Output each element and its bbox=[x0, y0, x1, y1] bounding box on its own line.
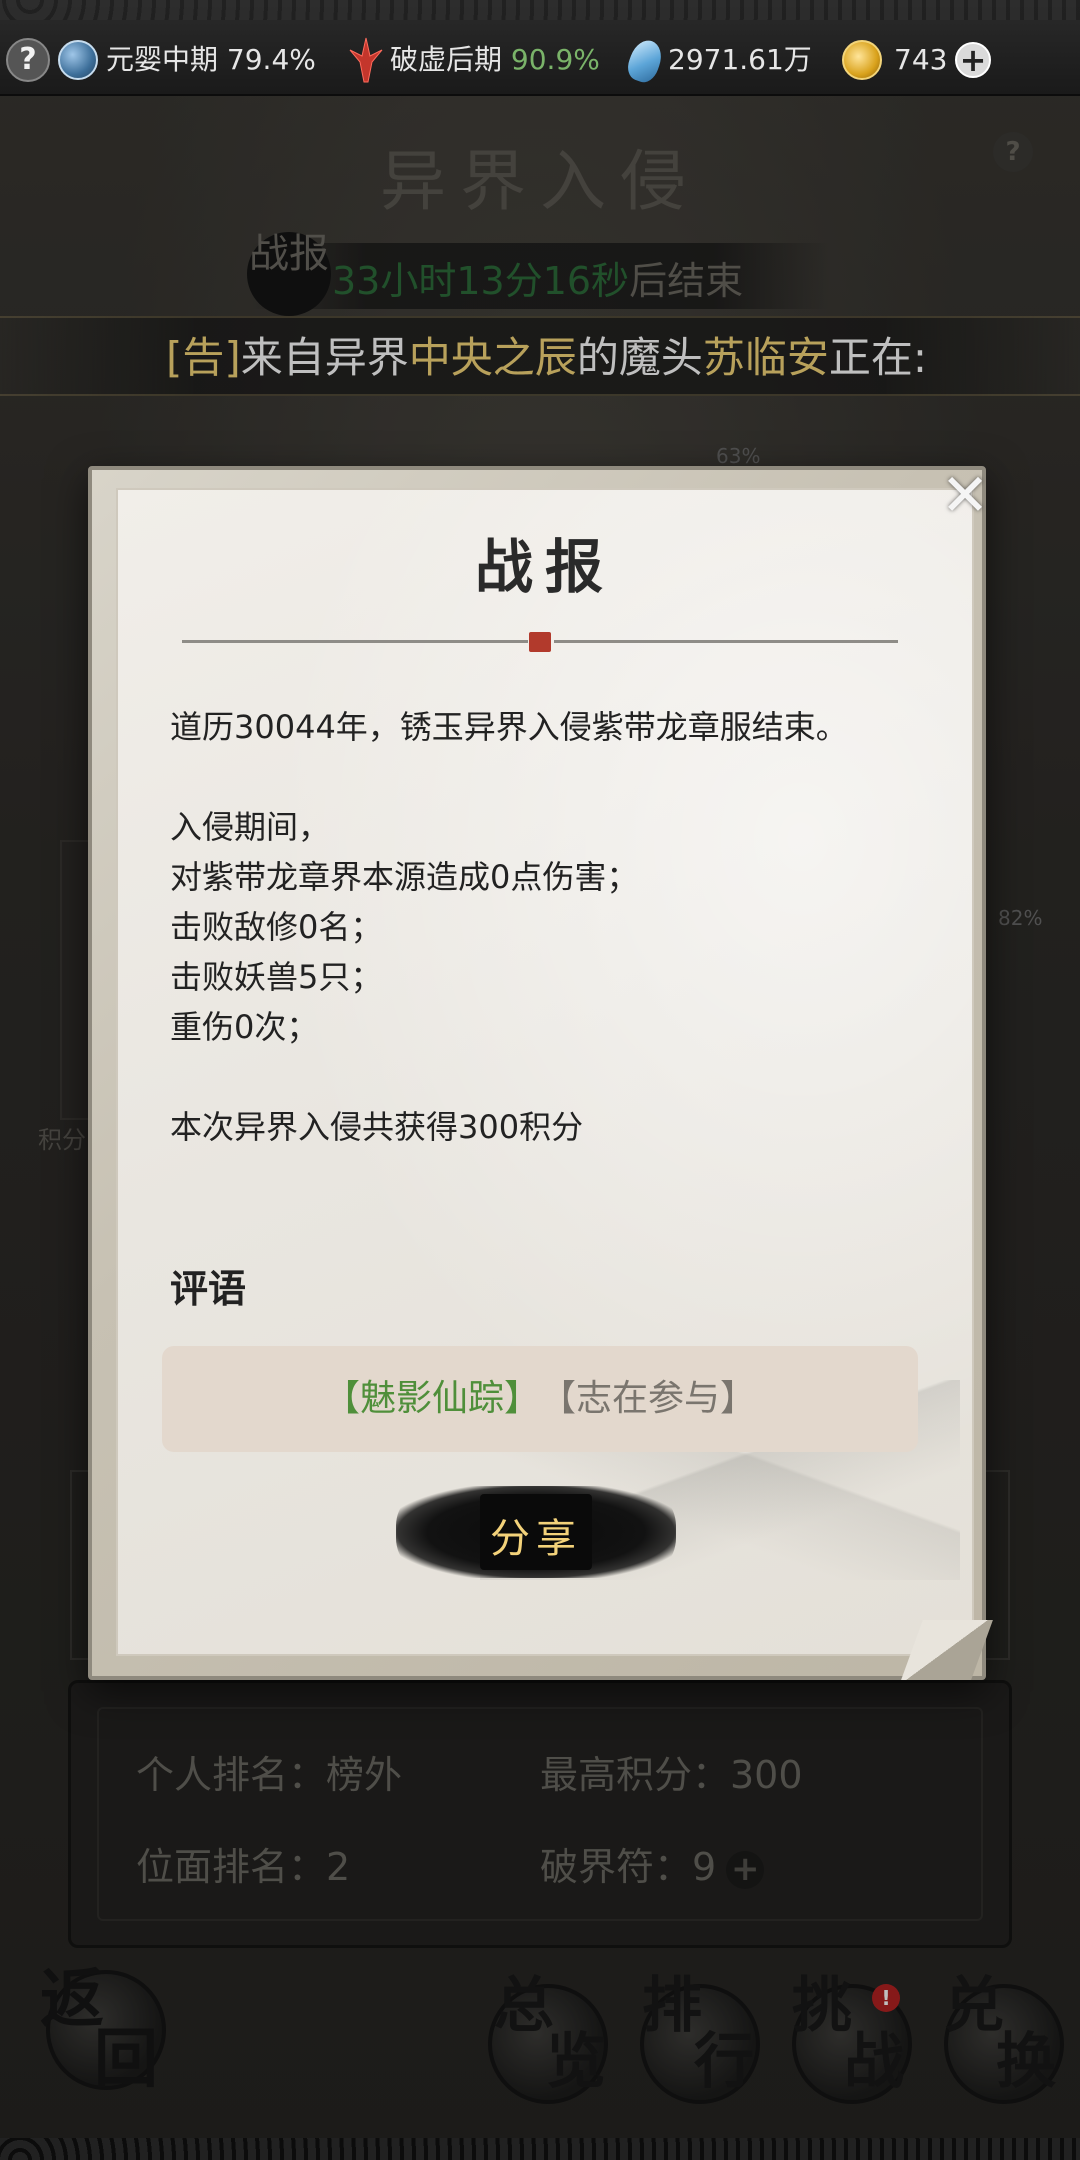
comment-title-achieved: 【魅影仙踪】 bbox=[323, 1378, 540, 1419]
report-line-enemies: 击败敌修0名； bbox=[170, 908, 383, 946]
realm1-name: 元婴中期 bbox=[106, 43, 219, 76]
modal-title: 战报 bbox=[474, 533, 615, 601]
title-divider-right bbox=[554, 640, 898, 643]
help-icon[interactable]: ? bbox=[6, 38, 50, 82]
report-line-beasts: 击败妖兽5只； bbox=[170, 958, 383, 996]
yin-yang-icon bbox=[58, 40, 98, 80]
report-line-period: 入侵期间， bbox=[170, 808, 331, 846]
title-divider-left bbox=[182, 640, 528, 643]
share-label: 分享 bbox=[490, 1516, 582, 1562]
void-spear-icon bbox=[349, 37, 383, 83]
report-line-injuries: 重伤0次； bbox=[170, 1008, 319, 1046]
report-line-damage: 对紫带龙章界本源造成0点伤害； bbox=[170, 858, 639, 896]
comment-heading: 评语 bbox=[170, 1267, 247, 1311]
gold-ingot-icon bbox=[842, 40, 882, 80]
spirit-stone-count: 2971.61万 bbox=[668, 43, 812, 76]
realm2-progress: 90.9% bbox=[510, 43, 600, 76]
comment-title-participation: 【志在参与】 bbox=[558, 1378, 757, 1419]
comment-box: 【魅影仙踪】 【志在参与】 bbox=[162, 1346, 918, 1452]
gold-count: 743 bbox=[894, 43, 948, 76]
close-icon[interactable]: ✕ bbox=[940, 466, 990, 524]
realm2-name: 破虚后期 bbox=[390, 43, 503, 76]
realm1-progress: 79.4% bbox=[226, 43, 316, 76]
add-gold-icon[interactable]: + bbox=[955, 42, 991, 78]
report-line-summary: 道历30044年，锈玉异界入侵紫带龙章服结束。 bbox=[170, 708, 848, 746]
cultivation-realm-1: 元婴中期 79.4% bbox=[106, 38, 316, 82]
report-line-score: 本次异界入侵共获得300积分 bbox=[170, 1108, 584, 1146]
topbar-pattern bbox=[0, 0, 1080, 20]
cultivation-realm-2: 破虚后期 90.9% bbox=[390, 38, 600, 82]
seal-icon bbox=[529, 632, 551, 652]
